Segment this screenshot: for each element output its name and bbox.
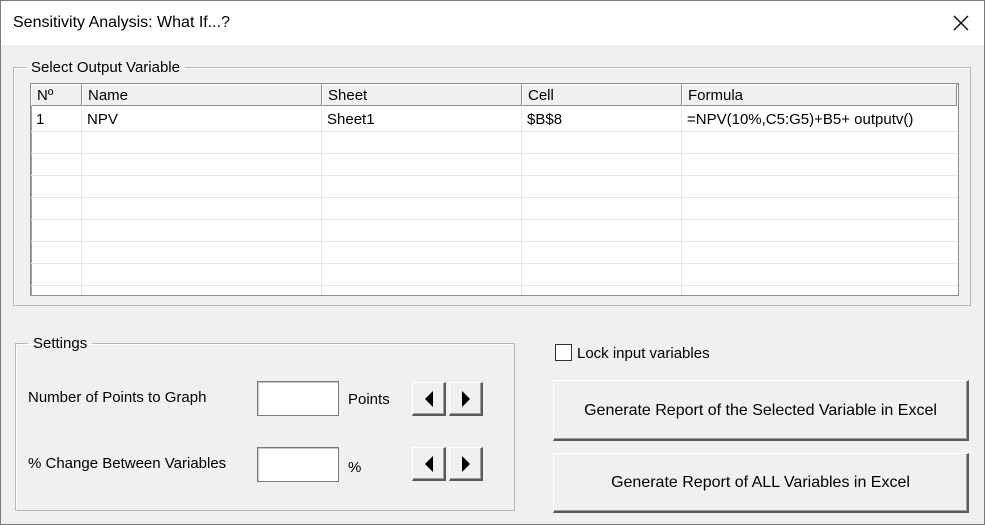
points-input[interactable]	[257, 381, 339, 416]
empty-row	[31, 241, 958, 264]
change-decrease-button[interactable]	[412, 447, 446, 481]
output-variable-list[interactable]: Nº Name Sheet Cell Formula 1 NPV Sheet1 …	[30, 83, 959, 296]
left-arrow-icon	[425, 391, 433, 407]
cell-sheet: Sheet1	[322, 109, 522, 131]
empty-row	[31, 285, 958, 295]
table-row[interactable]: 1 NPV Sheet1 $B$8 =NPV(10%,C5:G5)+B5+ ou…	[31, 109, 958, 132]
change-label: % Change Between Variables	[28, 455, 227, 472]
close-icon	[953, 15, 969, 31]
column-header-cell[interactable]: Cell	[522, 84, 682, 106]
change-input[interactable]	[257, 447, 339, 482]
close-button[interactable]	[938, 1, 984, 45]
column-header-sheet[interactable]: Sheet	[322, 84, 522, 106]
empty-row	[31, 131, 958, 154]
right-arrow-icon	[462, 391, 470, 407]
points-decrease-button[interactable]	[412, 382, 446, 416]
cell-formula: =NPV(10%,C5:G5)+B5+ outputv()	[687, 111, 914, 128]
empty-row	[31, 219, 958, 242]
change-unit: %	[348, 459, 362, 476]
points-increase-button[interactable]	[449, 382, 483, 416]
left-arrow-icon	[425, 456, 433, 472]
column-header-no[interactable]: Nº	[31, 84, 82, 106]
points-label: Number of Points to Graph	[28, 389, 207, 406]
column-header-name[interactable]: Name	[82, 84, 322, 106]
points-unit: Points	[348, 391, 390, 408]
generate-selected-report-button[interactable]: Generate Report of the Selected Variable…	[553, 380, 969, 441]
empty-row	[31, 263, 958, 286]
lock-input-label[interactable]: Lock input variables	[577, 345, 710, 362]
cell-cell: $B$8	[522, 109, 682, 131]
right-arrow-icon	[462, 456, 470, 472]
settings-legend: Settings	[33, 335, 88, 352]
window-title: Sensitivity Analysis: What If...?	[13, 14, 230, 31]
output-variable-legend: Select Output Variable	[31, 59, 180, 76]
cell-no: 1	[31, 109, 82, 131]
empty-row	[31, 197, 958, 220]
settings-group: Settings	[15, 335, 515, 511]
column-header-formula[interactable]: Formula	[682, 84, 957, 106]
title-bar: Sensitivity Analysis: What If...?	[1, 1, 984, 45]
generate-all-report-button[interactable]: Generate Report of ALL Variables in Exce…	[553, 453, 969, 513]
lock-input-checkbox[interactable]	[555, 344, 572, 361]
empty-row	[31, 175, 958, 198]
empty-row	[31, 153, 958, 176]
change-increase-button[interactable]	[449, 447, 483, 481]
cell-name: NPV	[82, 109, 322, 131]
list-header: Nº Name Sheet Cell Formula	[31, 84, 958, 108]
